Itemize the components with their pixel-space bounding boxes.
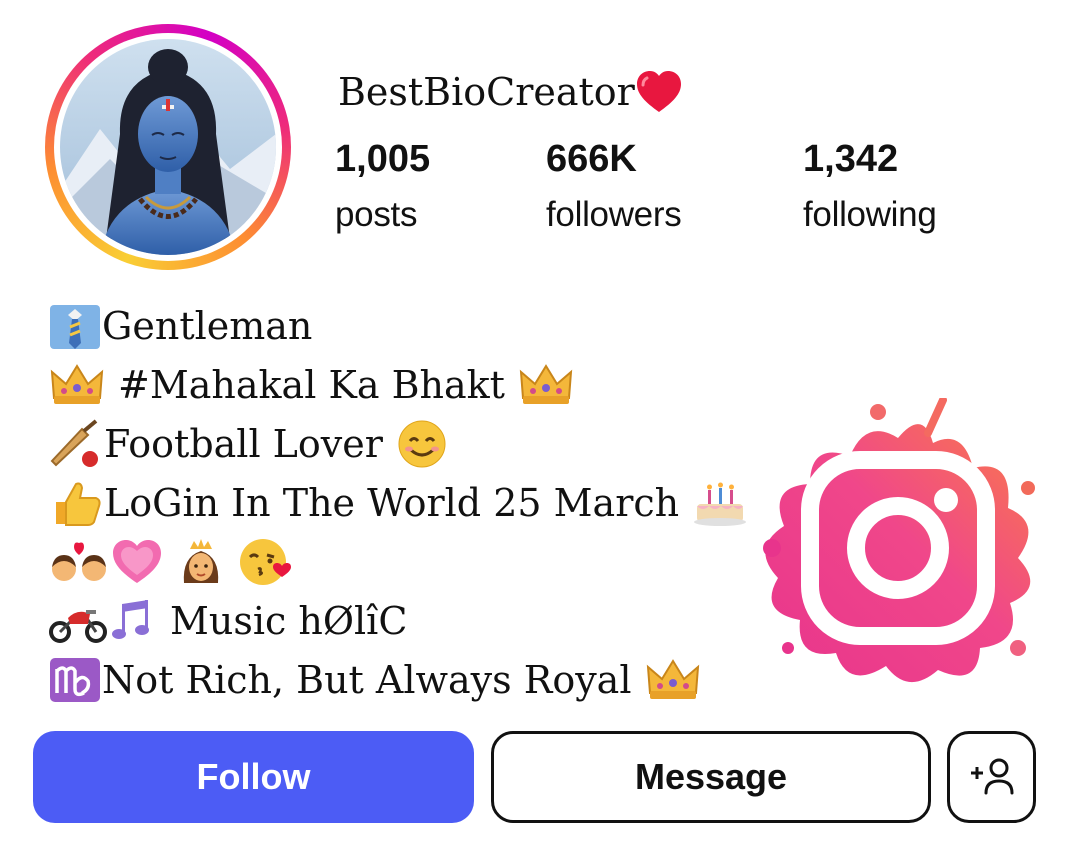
- follow-button-label: Follow: [196, 756, 311, 797]
- bio-text: Not Rich, But Always Royal: [102, 657, 632, 702]
- bio-line: #Mahakal Ka Bhakt: [48, 355, 808, 414]
- following-count: 1,342: [803, 138, 899, 180]
- virgo-icon: [50, 657, 100, 702]
- bio-text: Football Lover: [104, 421, 383, 466]
- posts-count: 1,005: [335, 138, 431, 180]
- bio-line: [48, 532, 808, 591]
- following-label: following: [803, 195, 937, 234]
- add-person-icon: [970, 758, 1013, 795]
- profile-username: BestBioCreator: [338, 70, 683, 114]
- smiling-face-icon: [398, 420, 446, 467]
- username-text: BestBioCreator: [338, 70, 635, 114]
- couple-with-heart-icon: [52, 542, 106, 581]
- bio-text: LoGin In The World 25 March: [104, 480, 680, 525]
- followers-count: 666K: [546, 138, 637, 180]
- stat-posts[interactable]: 1,005 posts: [335, 136, 430, 238]
- message-button[interactable]: Message: [491, 731, 931, 823]
- music-notes-icon: [112, 599, 149, 639]
- bio-line: Music hØlîC: [48, 591, 808, 650]
- stat-following[interactable]: 1,342 following: [803, 136, 937, 238]
- avatar[interactable]: [60, 39, 276, 255]
- avatar-story-ring[interactable]: [45, 24, 291, 270]
- crown-icon: [519, 363, 573, 404]
- bio-line: Gentleman: [48, 296, 808, 355]
- bio-line: Football Lover: [48, 414, 808, 473]
- posts-label: posts: [335, 195, 418, 234]
- bio-line: LoGin In The World 25 March: [48, 473, 808, 532]
- follow-button[interactable]: Follow: [33, 731, 474, 823]
- birthday-cake-icon: [694, 482, 747, 526]
- bio-line: Not Rich, But Always Royal: [48, 650, 808, 709]
- message-button-label: Message: [634, 756, 788, 797]
- growing-heart-icon: [113, 539, 161, 583]
- avatar-ring-gap: [54, 33, 282, 261]
- bio-text: Music hØlîC: [170, 598, 408, 643]
- instagram-splash-logo: [748, 396, 1048, 698]
- princess-icon: [183, 538, 219, 583]
- thumbs-up-icon: [56, 482, 101, 526]
- stat-followers[interactable]: 666K followers: [546, 136, 682, 238]
- motorcycle-icon: [49, 609, 107, 643]
- cricket-bat-icon: [50, 418, 98, 467]
- necktie-icon: [50, 304, 100, 349]
- bio-text: #Mahakal Ka Bhakt: [118, 362, 505, 407]
- add-user-button[interactable]: [947, 731, 1036, 823]
- red-heart-icon: [636, 71, 681, 112]
- shiva-portrait-avatar: [60, 39, 276, 255]
- followers-label: followers: [546, 195, 682, 234]
- crown-icon: [50, 363, 104, 404]
- bio-text: Gentleman: [102, 303, 313, 348]
- face-blowing-kiss-icon: [240, 538, 291, 585]
- profile-bio: Gentleman #Mahakal Ka Bhakt Football Lov…: [48, 296, 808, 709]
- crown-icon: [646, 658, 699, 699]
